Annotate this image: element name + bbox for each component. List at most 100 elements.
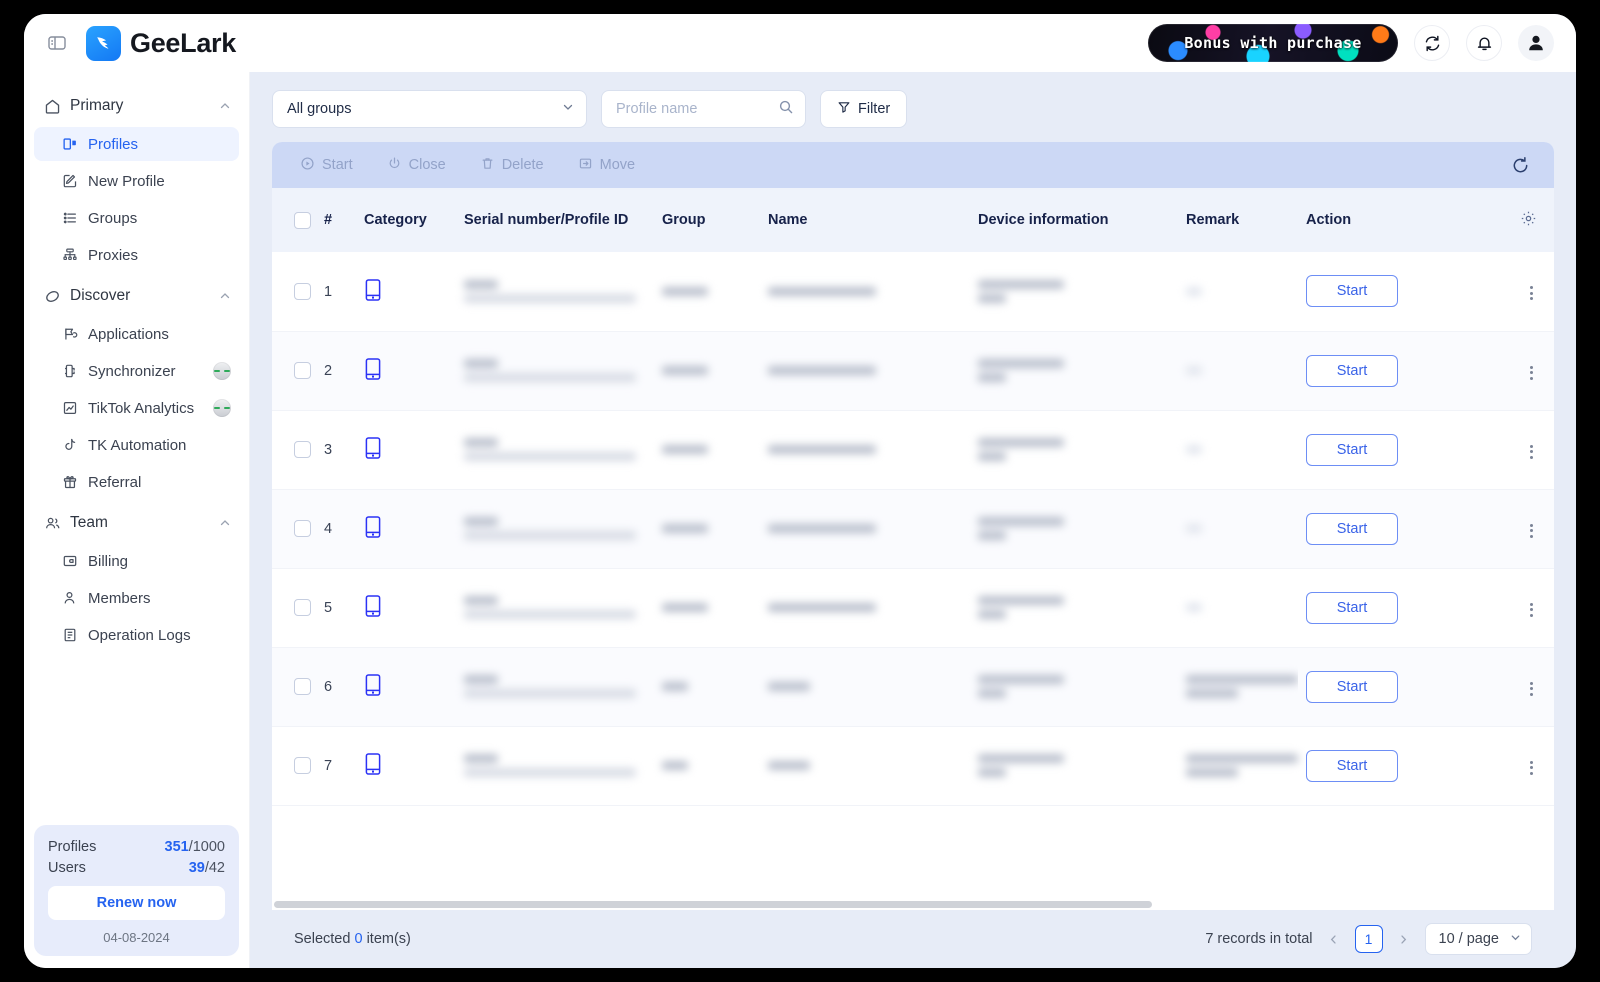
- user-avatar-icon[interactable]: [1518, 25, 1554, 61]
- row-checkbox[interactable]: [294, 520, 311, 538]
- redacted-device: [978, 438, 1170, 461]
- row-select-cell: [272, 331, 316, 411]
- bulk-move-action[interactable]: Move: [578, 156, 635, 175]
- refresh-icon[interactable]: [1414, 25, 1450, 61]
- row-serial-cell: [456, 647, 654, 727]
- table-row[interactable]: 2 Start: [272, 331, 1554, 411]
- sidebar-item-groups[interactable]: Groups: [34, 201, 239, 235]
- brand-logo[interactable]: GeeLark: [86, 25, 236, 61]
- row-start-button[interactable]: Start: [1306, 433, 1398, 466]
- select-all-checkbox[interactable]: [294, 211, 311, 229]
- sidebar-group-primary[interactable]: Primary: [34, 88, 239, 124]
- bell-icon[interactable]: [1466, 25, 1502, 61]
- row-checkbox[interactable]: [294, 362, 311, 380]
- panel-toggle-icon[interactable]: [42, 28, 72, 58]
- filter-button[interactable]: Filter: [820, 90, 908, 128]
- sidebar-item-synchronizer[interactable]: Synchronizer: [34, 354, 239, 388]
- top-bar: GeeLark Bonus with purchase: [24, 14, 1576, 72]
- more-vertical-icon[interactable]: [1520, 360, 1543, 386]
- sidebar-item-tk-automation[interactable]: TK Automation: [34, 428, 239, 462]
- sidebar-group-discover[interactable]: Discover: [34, 278, 239, 314]
- row-name-cell: [760, 726, 970, 806]
- sidebar-item-proxies[interactable]: Proxies: [34, 238, 239, 272]
- row-select-cell: [272, 252, 316, 332]
- row-checkbox[interactable]: [294, 757, 311, 775]
- sidebar-item-billing[interactable]: Billing: [34, 544, 239, 578]
- search-icon[interactable]: [778, 99, 794, 120]
- sidebar-nav: Primary Profiles New Profile Groups Prox…: [34, 82, 239, 825]
- row-device-cell: [970, 252, 1178, 332]
- sidebar-item-new-profile[interactable]: New Profile: [34, 164, 239, 198]
- sidebar-item-profiles[interactable]: Profiles: [34, 127, 239, 161]
- main-content: All groups Profile name Filter Start Clo…: [250, 72, 1576, 968]
- row-index: 7: [324, 758, 333, 774]
- row-start-button[interactable]: Start: [1306, 591, 1398, 624]
- chevron-left-icon[interactable]: [1323, 925, 1345, 953]
- group-select[interactable]: All groups: [272, 90, 587, 128]
- redacted-serial: [464, 675, 646, 698]
- chevron-right-icon[interactable]: [1393, 925, 1415, 953]
- more-vertical-icon[interactable]: [1520, 280, 1543, 306]
- redacted-device: [978, 279, 1170, 303]
- plan-profiles-value: 351/1000: [165, 839, 226, 855]
- row-checkbox[interactable]: [294, 678, 311, 696]
- row-checkbox[interactable]: [294, 599, 311, 617]
- more-vertical-icon[interactable]: [1520, 755, 1543, 781]
- sidebar-item-members[interactable]: Members: [34, 581, 239, 615]
- sidebar-item-referral[interactable]: Referral: [34, 465, 239, 499]
- page-number-1[interactable]: 1: [1354, 925, 1383, 953]
- row-index-cell: 1: [316, 252, 356, 332]
- power-icon: [387, 156, 402, 175]
- search-input[interactable]: [616, 101, 778, 117]
- sidebar-item-tiktok-analytics[interactable]: TikTok Analytics: [34, 391, 239, 425]
- gear-icon[interactable]: [1520, 211, 1537, 231]
- scrollbar-thumb[interactable]: [274, 901, 1152, 908]
- profiles-table-card: Start Close Delete Move # Category Seria…: [272, 142, 1554, 910]
- table-horizontal-scrollbar[interactable]: [272, 900, 1554, 910]
- sidebar-group-team[interactable]: Team: [34, 505, 239, 541]
- sidebar-group-label: Primary: [70, 97, 124, 114]
- plan-profiles-used: 351: [164, 839, 189, 855]
- more-vertical-icon[interactable]: [1520, 439, 1543, 465]
- row-serial-cell: [456, 252, 654, 332]
- page-size-select[interactable]: 10 / page: [1424, 923, 1532, 955]
- row-start-button[interactable]: Start: [1306, 749, 1398, 782]
- table-row[interactable]: 7 Start: [272, 726, 1554, 806]
- more-vertical-icon[interactable]: [1520, 597, 1543, 623]
- table-row[interactable]: 1 Start: [272, 252, 1554, 332]
- more-vertical-icon[interactable]: [1520, 518, 1543, 544]
- bulk-start-action[interactable]: Start: [300, 156, 353, 175]
- row-start-button[interactable]: Start: [1306, 512, 1398, 545]
- promo-banner[interactable]: Bonus with purchase: [1148, 24, 1398, 62]
- row-start-button[interactable]: Start: [1306, 670, 1398, 703]
- refresh-spinner-icon[interactable]: [1511, 156, 1530, 175]
- bulk-delete-action[interactable]: Delete: [480, 156, 544, 175]
- pagination: 7 records in total 1 10 / page: [1205, 923, 1532, 955]
- row-name-cell: [760, 489, 970, 569]
- row-checkbox[interactable]: [294, 283, 311, 301]
- more-vertical-icon[interactable]: [1520, 676, 1543, 702]
- bulk-close-action[interactable]: Close: [387, 156, 446, 175]
- bulk-action-label: Close: [408, 157, 446, 173]
- table-body: 1 Start 2 Start 3 Start 4 Start 5 Start 6 Start 7 Sta…: [272, 252, 1554, 806]
- renew-now-button[interactable]: Renew now: [48, 886, 225, 920]
- sidebar-item-applications[interactable]: Applications: [34, 317, 239, 351]
- row-name-cell: [760, 647, 970, 727]
- row-category-cell: [356, 568, 456, 648]
- sidebar-item-label: Operation Logs: [88, 626, 191, 644]
- table-row[interactable]: 3 Start: [272, 410, 1554, 490]
- redacted-group: [662, 682, 752, 691]
- profiles-table: # Category Serial number/Profile ID Grou…: [272, 188, 1554, 806]
- row-checkbox[interactable]: [294, 441, 311, 459]
- table-row[interactable]: 5 Start: [272, 568, 1554, 648]
- redacted-serial: [464, 279, 646, 303]
- sidebar-item-operation-logs[interactable]: Operation Logs: [34, 618, 239, 652]
- table-row[interactable]: 4 Start: [272, 489, 1554, 569]
- table-row[interactable]: 6 Start: [272, 647, 1554, 727]
- row-start-button[interactable]: Start: [1306, 275, 1398, 308]
- redacted-group: [662, 366, 752, 375]
- row-more-cell: [1512, 568, 1554, 648]
- profile-search[interactable]: [601, 90, 806, 128]
- row-category-cell: [356, 647, 456, 727]
- row-start-button[interactable]: Start: [1306, 354, 1398, 387]
